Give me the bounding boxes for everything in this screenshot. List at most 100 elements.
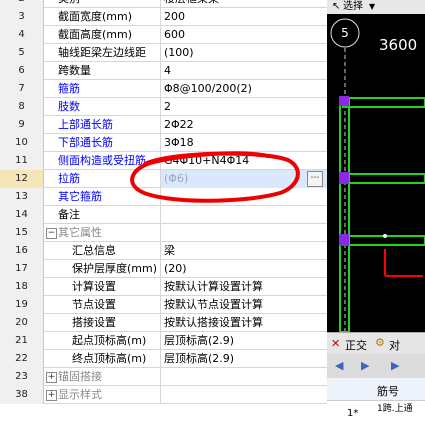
property-value[interactable]: 梁: [161, 242, 327, 260]
dimension-text: 3600: [379, 36, 417, 54]
property-row[interactable]: 20 搭接设置 按默认搭接设置计算: [0, 314, 327, 332]
property-row[interactable]: 2类别楼层框架梁: [0, 0, 327, 8]
cursor-icon[interactable]: ↖: [332, 0, 340, 13]
row-number: 12: [0, 170, 44, 188]
property-name: 保护层厚度(mm): [44, 260, 161, 278]
property-value[interactable]: 层顶标高(2.9): [161, 332, 327, 350]
rebar-row-value: 1跨.上通: [377, 404, 413, 414]
row-number: 5: [0, 44, 44, 62]
drawing-panel: ↖ 选择 ▼ 5 3600 ✕ 正交 ⚙ 对 ◀ ▶ ▶ 筋号 1* 1跨.上通: [327, 0, 425, 428]
property-value[interactable]: [161, 368, 327, 386]
expand-icon[interactable]: +: [46, 390, 57, 401]
property-value[interactable]: [161, 386, 327, 404]
property-name: 轴线距梁左边线距: [44, 44, 161, 62]
property-name: 搭接设置: [44, 314, 161, 332]
row-number: 10: [0, 134, 44, 152]
row-number: 22: [0, 350, 44, 368]
property-value[interactable]: [161, 188, 327, 206]
property-row[interactable]: 3 截面宽度(mm) 200: [0, 8, 327, 26]
row-number: 4: [0, 26, 44, 44]
property-row[interactable]: 6 跨数量 4: [0, 62, 327, 80]
row-number: 6: [0, 62, 44, 80]
property-row[interactable]: 8 肢数 2: [0, 98, 327, 116]
property-value[interactable]: 按默认节点设置计算: [161, 296, 327, 314]
column-marker-2: [339, 172, 349, 184]
drawing-svg: 5 3600: [330, 18, 425, 333]
property-value[interactable]: 2Φ22: [161, 116, 327, 134]
expand-icon[interactable]: +: [46, 372, 57, 383]
property-value[interactable]: [161, 224, 327, 242]
row-number: 7: [0, 80, 44, 98]
property-name: 节点设置: [44, 296, 161, 314]
row-number: 15: [0, 224, 44, 242]
property-row[interactable]: 12 拉筋 (Φ6) ⋯: [0, 170, 327, 188]
last-record-icon[interactable]: ▶: [391, 359, 399, 372]
property-name: 其它箍筋: [44, 188, 161, 206]
next-record-icon[interactable]: ▶: [361, 359, 369, 372]
property-row[interactable]: 18 计算设置 按默认计算设置计算: [0, 278, 327, 296]
property-value[interactable]: (Φ6): [161, 170, 327, 188]
property-value[interactable]: (20): [161, 260, 327, 278]
beam-horizontal-1: [342, 97, 425, 108]
property-row[interactable]: 4 截面高度(mm) 600: [0, 26, 327, 44]
property-value[interactable]: 2: [161, 98, 327, 116]
property-row[interactable]: 15 其它属性 −: [0, 224, 327, 242]
property-value[interactable]: G4Φ10+N4Φ14: [161, 152, 327, 170]
row-number: 21: [0, 332, 44, 350]
property-row[interactable]: 19 节点设置 按默认节点设置计算: [0, 296, 327, 314]
column-marker-3: [339, 234, 349, 246]
property-row[interactable]: 14 备注: [0, 206, 327, 224]
property-value[interactable]: 4: [161, 62, 327, 80]
tab-snap[interactable]: 对: [389, 337, 400, 353]
property-value[interactable]: 600: [161, 26, 327, 44]
property-row[interactable]: 38 显示样式 +: [0, 386, 327, 404]
property-row[interactable]: 10 下部通长筋 3Φ18: [0, 134, 327, 152]
property-value[interactable]: [161, 206, 327, 224]
property-row[interactable]: 16 汇总信息梁: [0, 242, 327, 260]
row-number: 13: [0, 188, 44, 206]
property-row[interactable]: 5 轴线距梁左边线距 (100): [0, 44, 327, 62]
property-row[interactable]: 7 箍筋 Φ8@100/200(2): [0, 80, 327, 98]
rebar-table: 筋号 1* 1跨.上通: [327, 378, 425, 428]
property-name: 显示样式: [44, 386, 161, 404]
property-value[interactable]: 按默认计算设置计算: [161, 278, 327, 296]
property-row[interactable]: 13 其它箍筋: [0, 188, 327, 206]
property-value[interactable]: Φ8@100/200(2): [161, 80, 327, 98]
beam-horizontal-2: [342, 173, 425, 184]
row-number: 14: [0, 206, 44, 224]
snap-icon[interactable]: ⚙: [375, 336, 385, 349]
property-row[interactable]: 23 锚固搭接 +: [0, 368, 327, 386]
property-row[interactable]: 22 终点顶标高(m) 层顶标高(2.9): [0, 350, 327, 368]
property-row[interactable]: 9 上部通长筋 2Φ22: [0, 116, 327, 134]
first-record-icon[interactable]: ◀: [335, 359, 343, 372]
record-navbar: ◀ ▶ ▶: [327, 354, 425, 378]
close-icon[interactable]: ✕: [331, 337, 340, 350]
property-name: 锚固搭接: [44, 368, 161, 386]
view-tabbar: ✕ 正交 ⚙ 对: [327, 332, 425, 355]
select-button[interactable]: 选择: [343, 0, 363, 13]
property-value[interactable]: 3Φ18: [161, 134, 327, 152]
property-value[interactable]: (100): [161, 44, 327, 62]
rebar-table-row[interactable]: 1* 1跨.上通: [327, 400, 425, 428]
row-number: 38: [0, 386, 44, 404]
property-value[interactable]: 楼层框架梁: [161, 0, 327, 8]
properties-grid: 2类别楼层框架梁3截面宽度(mm)2004截面高度(mm)6005轴线距梁左边线…: [0, 0, 327, 428]
row-number: 18: [0, 278, 44, 296]
property-row[interactable]: 21 起点顶标高(m) 层顶标高(2.9): [0, 332, 327, 350]
ellipsis-button[interactable]: ⋯: [307, 171, 323, 187]
collapse-icon[interactable]: −: [46, 228, 57, 239]
property-name: 其它属性: [44, 224, 161, 242]
property-row[interactable]: 11 侧面构造或受扭筋 G4Φ10+N4Φ14: [0, 152, 327, 170]
property-value[interactable]: 按默认搭接设置计算: [161, 314, 327, 332]
row-number: 19: [0, 296, 44, 314]
row-number: 8: [0, 98, 44, 116]
drawing-canvas[interactable]: 5 3600: [327, 14, 425, 333]
row-number: 9: [0, 116, 44, 134]
property-name: 汇总信息: [44, 242, 161, 260]
column-marker-1: [339, 96, 349, 106]
property-value[interactable]: 层顶标高(2.9): [161, 350, 327, 368]
property-value[interactable]: 200: [161, 8, 327, 26]
dropdown-icon[interactable]: ▼: [369, 0, 375, 13]
tab-orthogonal[interactable]: 正交: [345, 337, 367, 353]
property-row[interactable]: 17 保护层厚度(mm) (20): [0, 260, 327, 278]
